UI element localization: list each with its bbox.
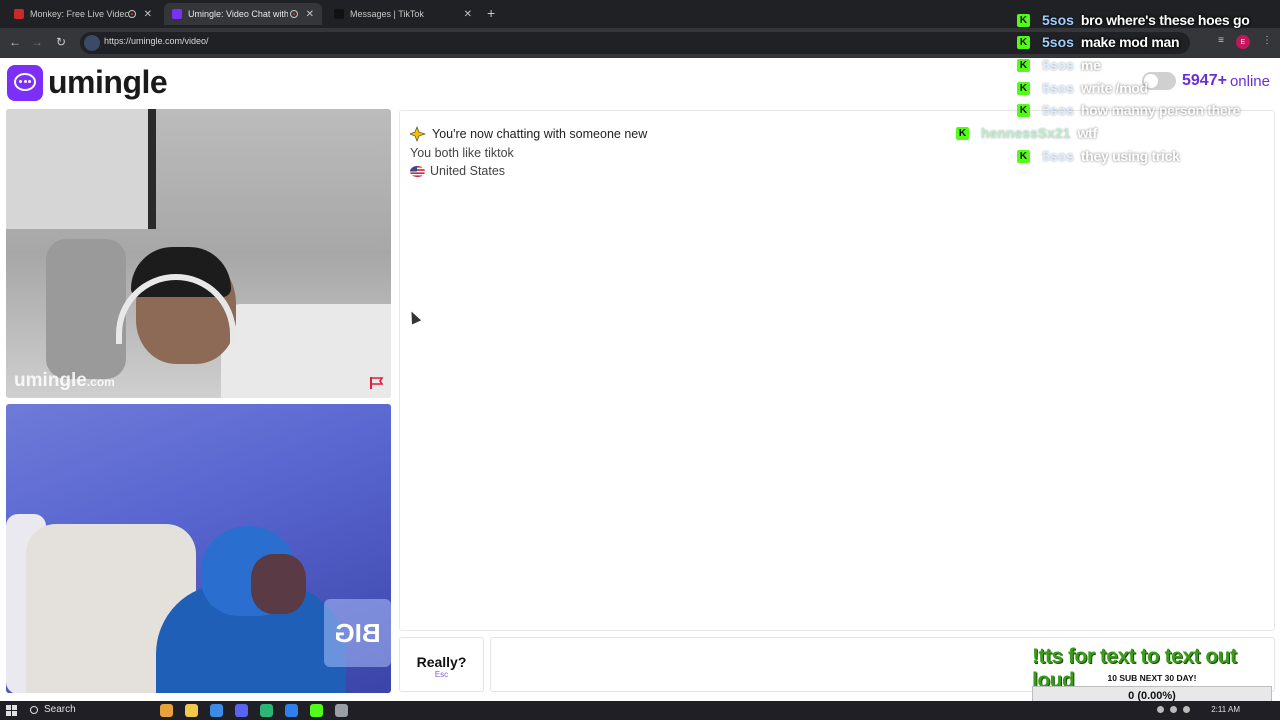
- chat-username: 5sos: [1042, 80, 1074, 96]
- chat-message: make mod man: [1080, 34, 1180, 50]
- settings-icon[interactable]: [335, 704, 348, 717]
- umingle-favicon-icon: [172, 9, 182, 19]
- profile-avatar[interactable]: E: [1236, 35, 1250, 49]
- taskbar-clock: 2:11 AM: [1211, 705, 1240, 714]
- taskbar-search[interactable]: Search: [30, 704, 76, 715]
- halloween-widget-icon[interactable]: [160, 704, 173, 717]
- chat-message: wtf: [1077, 125, 1098, 141]
- overlay-chat-line: K 5sos me: [1017, 57, 1101, 73]
- overlay-chat-line: K 5sos make mod man: [1017, 34, 1180, 50]
- chat-username: 5sos: [1042, 57, 1074, 73]
- kick-badge-icon: K: [1017, 81, 1030, 95]
- tray-icon: [1183, 706, 1190, 713]
- kick-badge-icon: K: [1017, 35, 1030, 49]
- monkey-favicon-icon: [14, 9, 24, 19]
- tab-monkey[interactable]: Monkey: Free Live Video Ch ✕: [6, 3, 160, 25]
- overlay-chat-line: K 5sos write /mod: [1017, 80, 1148, 96]
- chat-username: 5sos: [1042, 12, 1074, 28]
- skip-button[interactable]: Really? Esc: [399, 637, 484, 692]
- tab-title: Umingle: Video Chat with S: [188, 9, 288, 19]
- kick-badge-icon: K: [1017, 103, 1030, 117]
- self-video: BIG: [6, 404, 391, 693]
- online-label: online: [1229, 72, 1270, 90]
- online-indicator: 5947+ online: [1142, 72, 1270, 90]
- chat-username: hennessSx21: [981, 125, 1071, 141]
- search-icon: [30, 705, 38, 714]
- windows-start-icon[interactable]: [6, 705, 17, 716]
- close-tab-icon[interactable]: ✕: [144, 9, 152, 20]
- url-text: https://umingle.com/video/: [104, 36, 209, 46]
- kick-badge-icon: K: [1017, 149, 1030, 163]
- taskbar-apps: [160, 704, 348, 717]
- umingle-watermark: umingle.com: [14, 370, 115, 391]
- close-tab-icon[interactable]: ✕: [464, 9, 472, 20]
- skip-hint: Esc: [434, 670, 449, 679]
- toolbar-icons: ≡ E ⋮: [1218, 35, 1272, 49]
- system-messages: You're now chatting with someone new You…: [410, 125, 647, 181]
- recording-icon: [127, 10, 136, 18]
- tab-tiktok[interactable]: Messages | TikTok ✕: [326, 3, 480, 25]
- us-flag-icon: [410, 165, 425, 177]
- tab-title: Messages | TikTok: [350, 9, 424, 19]
- app-icon[interactable]: [285, 704, 298, 717]
- recording-icon: [289, 10, 298, 18]
- tab-umingle[interactable]: Umingle: Video Chat with S ✕: [164, 3, 322, 25]
- hand-on-face: [251, 554, 306, 614]
- overlay-chat-line: K 5sos how manny person there: [1017, 102, 1240, 118]
- file-explorer-icon[interactable]: [185, 704, 198, 717]
- chrome-icon[interactable]: [210, 704, 223, 717]
- chat-message: write /mod: [1080, 80, 1148, 96]
- country-label: United States: [430, 164, 506, 178]
- reload-icon[interactable]: ↻: [56, 35, 66, 49]
- report-flag-icon[interactable]: [369, 376, 385, 390]
- back-icon[interactable]: ←: [9, 35, 21, 49]
- bed: [221, 304, 391, 398]
- chat-username: 5sos: [1042, 102, 1074, 118]
- chat-panel: You're now chatting with someone new You…: [399, 110, 1275, 631]
- online-count: 5947+: [1182, 72, 1227, 89]
- discord-icon[interactable]: [235, 704, 248, 717]
- app-icon[interactable]: [260, 704, 273, 717]
- neon-sign: BIG: [324, 599, 391, 667]
- overlay-chat-line: K 5sos they using trick: [1017, 148, 1180, 164]
- overlay-chat-line: K 5sos bro where's these hoes go: [1017, 12, 1250, 28]
- chat-username: 5sos: [1042, 148, 1074, 164]
- chat-message: bro where's these hoes go: [1080, 12, 1250, 28]
- overlay-chat-line: K hennessSx21 wtf: [956, 125, 1097, 141]
- skip-label: Really?: [416, 654, 467, 670]
- chat-username: 5sos: [1042, 34, 1074, 50]
- system-tray: [1157, 706, 1190, 713]
- chat-message: they using trick: [1080, 148, 1180, 164]
- stranger-video: umingle.com: [6, 109, 391, 398]
- tray-icon: [1157, 706, 1164, 713]
- mirror: [6, 109, 156, 229]
- kick-badge-icon: K: [956, 126, 969, 140]
- new-tab-icon[interactable]: +: [487, 5, 495, 21]
- shared-interest: You both like tiktok: [410, 145, 514, 160]
- gaming-chair: [46, 239, 126, 379]
- tray-icon: [1170, 706, 1177, 713]
- kick-badge-icon: K: [1017, 58, 1030, 72]
- chat-bubble-icon: [7, 64, 43, 101]
- tab-search-icon[interactable]: ≡: [1218, 35, 1224, 49]
- sub-goal-title: 10 SUB NEXT 30 DAY!: [1107, 673, 1197, 683]
- logo-text: umingle: [48, 64, 168, 100]
- chat-message: me: [1080, 57, 1101, 73]
- menu-icon[interactable]: ⋮: [1262, 35, 1272, 49]
- chat-message: how manny person there: [1080, 102, 1241, 118]
- forward-icon[interactable]: →: [31, 35, 43, 49]
- kick-icon[interactable]: [310, 704, 323, 717]
- windows-taskbar: Search 2:11 AM: [0, 701, 1280, 720]
- site-logo[interactable]: umingle: [7, 64, 168, 101]
- kick-badge-icon: K: [1017, 13, 1030, 27]
- taskbar-search-label: Search: [44, 704, 76, 715]
- tiktok-favicon-icon: [334, 9, 344, 19]
- site-info-icon[interactable]: [84, 35, 100, 51]
- tab-title: Monkey: Free Live Video Ch: [30, 9, 128, 19]
- new-chat-message: You're now chatting with someone new: [432, 127, 648, 141]
- close-tab-icon[interactable]: ✕: [306, 9, 314, 20]
- sparkle-icon: [410, 126, 426, 143]
